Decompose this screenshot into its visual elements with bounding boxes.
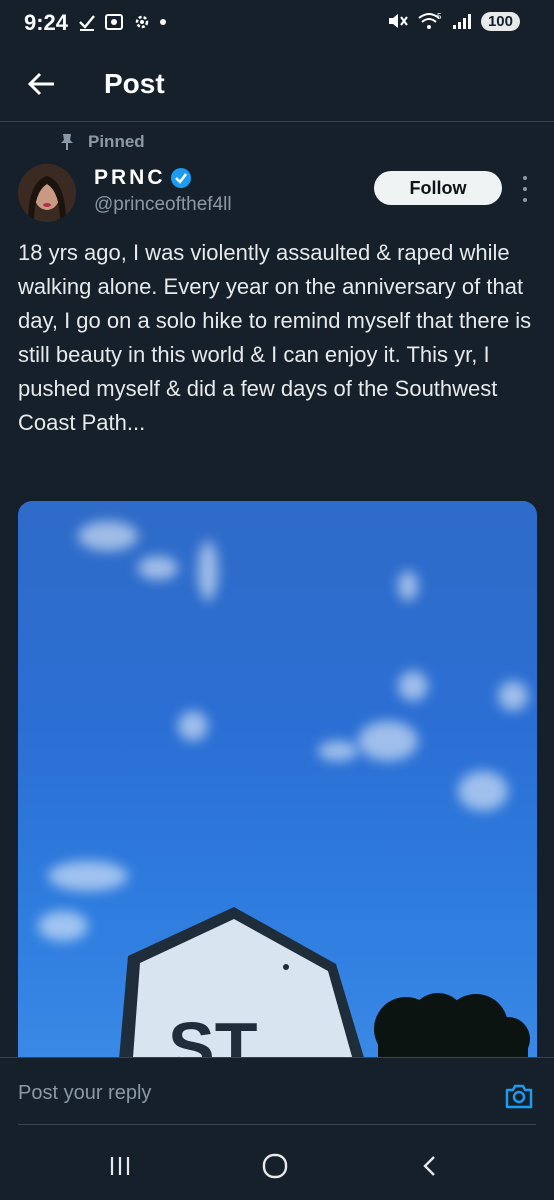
home-button[interactable] [255, 1151, 295, 1181]
wifi-icon: 5 [418, 12, 442, 29]
avatar[interactable] [18, 164, 76, 222]
reply-divider [18, 1124, 536, 1125]
recent-apps-button[interactable] [100, 1151, 140, 1181]
back-button[interactable] [24, 66, 60, 102]
status-bar: 9:24 5 100 [0, 0, 554, 44]
follow-button[interactable]: Follow [374, 171, 502, 205]
signal-icon [452, 14, 471, 29]
battery-indicator: 100 [480, 11, 520, 31]
display-name: PRNC [94, 166, 166, 189]
status-system-icons: 5 100 [387, 11, 520, 31]
reply-input[interactable] [18, 1082, 478, 1105]
status-time: 9:24 [24, 10, 69, 35]
more-options-icon[interactable] [516, 176, 534, 202]
author-name[interactable]: PRNC [94, 166, 192, 190]
system-nav-bar [0, 1131, 554, 1200]
top-bar: Post [0, 48, 554, 122]
pin-icon [61, 134, 73, 150]
page-title: Post [104, 68, 165, 99]
post-text: 18 yrs ago, I was violently assaulted & … [18, 240, 532, 435]
screenshot-icon [105, 14, 123, 30]
road-sign: ST [118, 907, 530, 1071]
author-handle[interactable]: @princeofthef4ll [94, 194, 232, 216]
reply-bar [0, 1057, 554, 1131]
pinned-indicator: Pinned [60, 132, 145, 152]
home-icon [262, 1153, 288, 1179]
checkmark-download-icon [79, 15, 95, 31]
pinned-label: Pinned [88, 132, 145, 151]
back-icon [423, 1156, 435, 1176]
verified-badge-icon [170, 168, 191, 188]
svg-text:5: 5 [437, 12, 442, 21]
back-nav-button[interactable] [410, 1151, 450, 1181]
more-notifications-dot [160, 19, 166, 25]
camera-button[interactable] [504, 1082, 534, 1110]
mute-icon [388, 14, 408, 28]
back-arrow-icon [27, 72, 54, 96]
avatar-photo [18, 164, 76, 222]
post-image[interactable]: ST [18, 501, 537, 1071]
status-notification-icons [78, 12, 166, 32]
settings-gear-icon [135, 15, 149, 29]
recent-apps-icon [110, 1157, 130, 1175]
camera-icon [505, 1084, 533, 1109]
